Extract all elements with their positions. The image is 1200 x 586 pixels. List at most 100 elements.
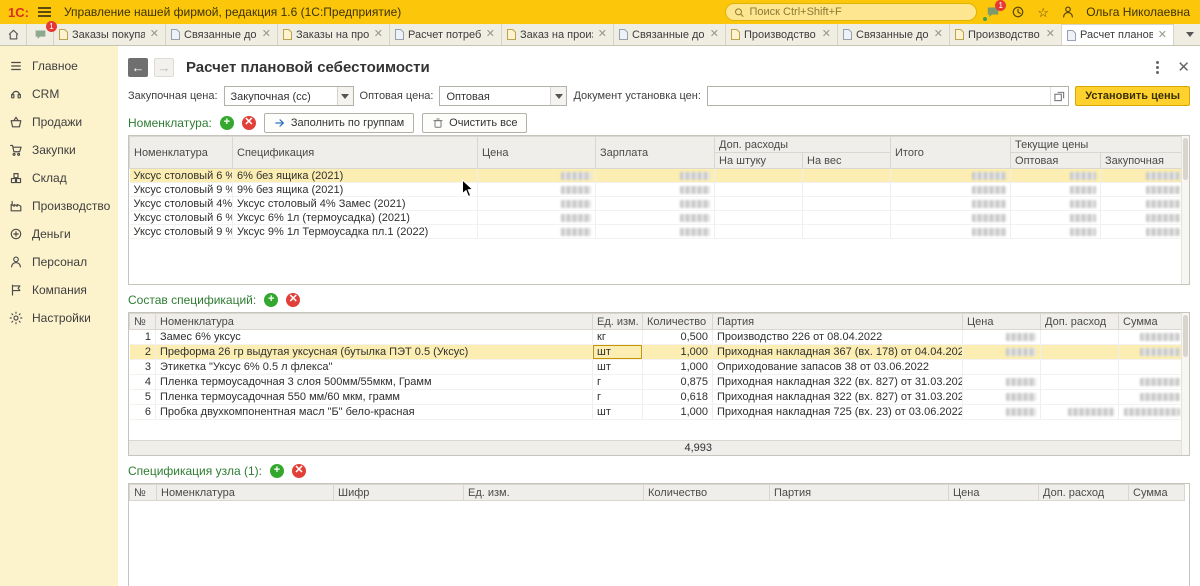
cell-sum[interactable] bbox=[1119, 375, 1185, 390]
history-icon[interactable] bbox=[1009, 3, 1027, 21]
sidebar-item-proizvodstvo[interactable]: Производство bbox=[0, 192, 118, 220]
cell-extra[interactable] bbox=[1041, 390, 1119, 405]
column-header[interactable]: Сумма bbox=[1129, 485, 1185, 501]
document-tab[interactable]: Производство 8...✕ bbox=[726, 24, 838, 45]
sidebar-item-sklad[interactable]: Склад bbox=[0, 164, 118, 192]
column-header[interactable]: Закупочная bbox=[1101, 153, 1185, 169]
document-tab[interactable]: Связанные док...✕ bbox=[838, 24, 950, 45]
cell-qty[interactable]: 0,618 bbox=[643, 390, 713, 405]
close-form-button[interactable]: ✕ bbox=[1177, 60, 1190, 75]
close-tab-icon[interactable]: ✕ bbox=[709, 29, 720, 40]
column-header[interactable]: Текущие цены bbox=[1011, 137, 1185, 153]
cell-price[interactable] bbox=[963, 360, 1041, 375]
back-button[interactable]: ← bbox=[128, 58, 148, 77]
price-doc-field[interactable] bbox=[707, 86, 1069, 106]
cell-price[interactable] bbox=[963, 405, 1041, 420]
close-tab-icon[interactable]: ✕ bbox=[149, 29, 160, 40]
cell-salary[interactable] bbox=[596, 169, 715, 183]
table-row[interactable]: Уксус столовый 6 % "Невинские Уксусы" Ук… bbox=[130, 211, 1185, 225]
column-header[interactable]: Шифр bbox=[334, 485, 464, 501]
vertical-scrollbar[interactable] bbox=[1181, 313, 1189, 455]
cell-batch[interactable]: Оприходование запасов 38 от 03.06.2022 bbox=[713, 360, 963, 375]
cell-extra[interactable] bbox=[1041, 405, 1119, 420]
document-tab[interactable]: Заказы на прои...✕ bbox=[278, 24, 390, 45]
price-doc-input[interactable] bbox=[708, 87, 1050, 105]
close-tab-icon[interactable]: ✕ bbox=[261, 29, 272, 40]
discussions-icon[interactable]: 1 bbox=[984, 3, 1002, 21]
column-header[interactable]: Зарплата bbox=[596, 137, 715, 169]
column-header[interactable]: Цена bbox=[963, 314, 1041, 330]
cell-price[interactable] bbox=[963, 330, 1041, 345]
cell-batch[interactable]: Приходная накладная 367 (вх. 178) от 04.… bbox=[713, 345, 963, 360]
cell-unit[interactable]: кг bbox=[593, 330, 643, 345]
column-header[interactable]: На штуку bbox=[715, 153, 803, 169]
cell-extra[interactable] bbox=[1041, 330, 1119, 345]
cell-qty[interactable]: 1,000 bbox=[643, 360, 713, 375]
cell-price[interactable] bbox=[963, 375, 1041, 390]
main-menu-button[interactable] bbox=[36, 5, 53, 19]
sidebar-item-zakupki[interactable]: Закупки bbox=[0, 136, 118, 164]
sidebar-item-dengi[interactable]: Деньги bbox=[0, 220, 118, 248]
sidebar-item-personal[interactable]: Персонал bbox=[0, 248, 118, 276]
chevron-down-icon[interactable] bbox=[550, 87, 566, 105]
document-tab[interactable]: Производство✕ bbox=[950, 24, 1062, 45]
cell-nomenclature[interactable]: Пленка термоусадочная 550 мм/60 мкм, гра… bbox=[156, 390, 593, 405]
cell-price[interactable] bbox=[478, 169, 596, 183]
document-tab-active[interactable]: Расчет планово...✕ bbox=[1062, 24, 1174, 45]
close-tab-icon[interactable]: ✕ bbox=[821, 29, 832, 40]
column-header[interactable]: Сумма bbox=[1119, 314, 1185, 330]
cell-nomenclature[interactable]: Пленка термоусадочная 3 слоя 500мм/55мкм… bbox=[156, 375, 593, 390]
column-header[interactable]: Партия bbox=[770, 485, 949, 501]
sidebar-item-crm[interactable]: CRM bbox=[0, 80, 118, 108]
delete-row-button[interactable]: ✕ bbox=[292, 464, 306, 478]
all-tabs-dropdown[interactable] bbox=[1180, 24, 1200, 45]
column-header[interactable]: Партия bbox=[713, 314, 963, 330]
sidebar-item-prodazhi[interactable]: Продажи bbox=[0, 108, 118, 136]
cell-per-item[interactable] bbox=[715, 169, 803, 183]
cell-qty[interactable]: 0,875 bbox=[643, 375, 713, 390]
table-row[interactable]: 6 Пробка двухкомпонентная масл "Б" бело-… bbox=[130, 405, 1185, 420]
cell-unit[interactable]: шт bbox=[593, 360, 643, 375]
cell-spec[interactable]: Уксус столовый 4% Замес (2021) bbox=[233, 197, 478, 211]
close-tab-icon[interactable]: ✕ bbox=[485, 29, 496, 40]
global-search[interactable] bbox=[725, 3, 977, 21]
cell-spec[interactable]: Уксус 6% 1л (термоусадка) (2021) bbox=[233, 211, 478, 225]
cell-unit[interactable]: г bbox=[593, 390, 643, 405]
column-header[interactable]: Доп. расход bbox=[1041, 314, 1119, 330]
cell-nomenclature[interactable]: Пробка двухкомпонентная масл "Б" бело-кр… bbox=[156, 405, 593, 420]
column-header[interactable]: Ед. изм. bbox=[464, 485, 644, 501]
table-row[interactable]: Уксус столовый 6 % "Невинские Уксусы" ..… bbox=[130, 169, 1185, 183]
delete-row-button[interactable]: ✕ bbox=[286, 293, 300, 307]
current-user-name[interactable]: Ольга Николаевна bbox=[1086, 5, 1190, 19]
document-tab[interactable]: Связанные док...✕ bbox=[614, 24, 726, 45]
document-tab[interactable]: Заказы покупат...✕ bbox=[54, 24, 166, 45]
delete-row-button[interactable]: ✕ bbox=[242, 116, 256, 130]
home-tab[interactable] bbox=[0, 24, 27, 45]
column-header[interactable]: Ед. изм. bbox=[593, 314, 643, 330]
column-header[interactable]: № bbox=[130, 485, 157, 501]
column-header[interactable]: Цена bbox=[949, 485, 1039, 501]
column-header[interactable]: Доп. расходы bbox=[715, 137, 891, 153]
column-header[interactable]: Количество bbox=[644, 485, 770, 501]
add-row-button[interactable]: + bbox=[220, 116, 234, 130]
scrollbar-thumb[interactable] bbox=[1183, 315, 1188, 357]
chevron-down-icon[interactable] bbox=[337, 87, 353, 105]
cell-nomenclature[interactable]: Уксус столовый 6 % "Невинские Уксусы" bbox=[130, 211, 233, 225]
cell-nomenclature[interactable]: Уксус столовый 6 % "Невинские Уксусы" ..… bbox=[130, 169, 233, 183]
cell-nomenclature[interactable]: Преформа 26 гр выдутая уксусная (бутылка… bbox=[156, 345, 593, 360]
cell-spec[interactable]: 9% без ящика (2021) bbox=[233, 183, 478, 197]
cell-wholesale[interactable] bbox=[1011, 169, 1101, 183]
cell-qty[interactable]: 1,000 bbox=[643, 405, 713, 420]
document-tab[interactable]: Заказ на произ...✕ bbox=[502, 24, 614, 45]
doc-select-button[interactable] bbox=[1050, 87, 1068, 105]
cell-nomenclature[interactable]: Уксус столовый 4% с ябл. аром. "Невинск.… bbox=[130, 197, 233, 211]
table-row[interactable]: 5 Пленка термоусадочная 550 мм/60 мкм, г… bbox=[130, 390, 1185, 405]
column-header[interactable]: Номенклатура bbox=[156, 314, 593, 330]
cell-unit[interactable]: г bbox=[593, 375, 643, 390]
notifications-tab[interactable]: 1 bbox=[27, 24, 54, 45]
column-header[interactable]: Номенклатура bbox=[157, 485, 334, 501]
cell-nomenclature[interactable]: Уксус столовый 9 % "Невинские Уксусы" ..… bbox=[130, 183, 233, 197]
cell-qty[interactable]: 0,500 bbox=[643, 330, 713, 345]
cell-price[interactable] bbox=[963, 390, 1041, 405]
document-tab[interactable]: Связанные док...✕ bbox=[166, 24, 278, 45]
